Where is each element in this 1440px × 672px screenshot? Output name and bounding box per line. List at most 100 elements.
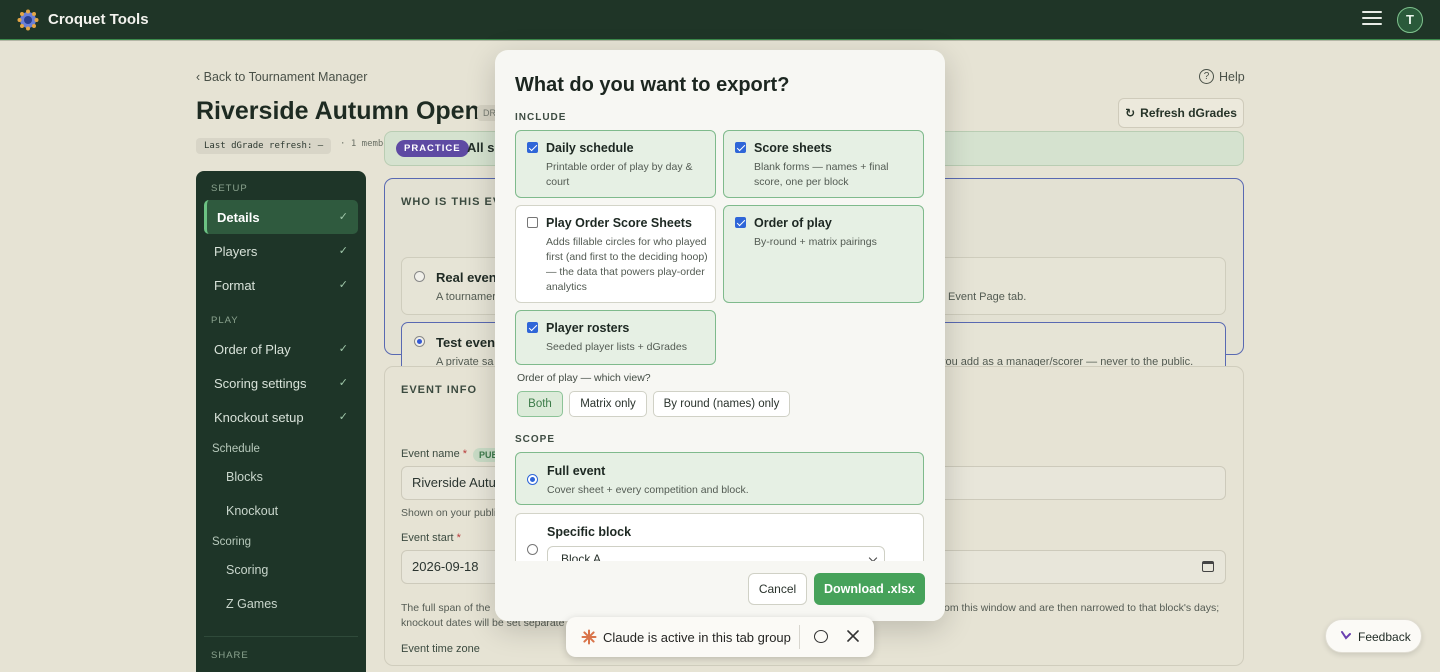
sidebar-item-label: Details	[217, 209, 260, 225]
check-icon: ✓	[338, 279, 348, 291]
specific-block-radio[interactable]	[527, 544, 538, 555]
order-of-play-checkbox[interactable]	[735, 217, 746, 228]
sidebar-section-setup: SETUP	[211, 183, 248, 194]
view-matrix-button[interactable]: Matrix only	[569, 391, 647, 417]
export-dialog: What do you want to export? INCLUDE Dail…	[495, 50, 945, 621]
claude-active-banner: Claude is active in this tab group	[566, 617, 874, 657]
option-desc: Printable order of play by day & court	[546, 161, 693, 188]
sidebar-item-scoring[interactable]: Scoring	[226, 563, 268, 577]
option-order-of-play[interactable]: Order of play By-round + matrix pairings	[723, 205, 924, 303]
practice-badge: PRACTICE	[396, 140, 469, 157]
refresh-icon: ↻	[1125, 106, 1136, 120]
full-event-radio[interactable]	[527, 474, 538, 485]
option-title: Play Order Score Sheets	[546, 216, 692, 230]
sidebar-section-share: SHARE	[211, 650, 249, 661]
back-to-manager-link[interactable]: ‹ Back to Tournament Manager	[196, 70, 367, 84]
sidebar-item-scoring-settings[interactable]: Scoring settings ✓	[204, 366, 358, 400]
sidebar-item-details[interactable]: Details ✓	[204, 200, 358, 234]
hamburger-menu-icon[interactable]	[1362, 11, 1382, 29]
event-name-label: Event name *	[401, 448, 468, 460]
question-icon: ?	[1199, 69, 1214, 84]
sidebar-item-z-games[interactable]: Z Games	[226, 597, 277, 611]
scope-section-label: SCOPE	[515, 434, 556, 445]
feedback-label: Feedback	[1358, 630, 1411, 644]
scope-full-desc: Cover sheet + every competition and bloc…	[547, 484, 749, 496]
user-avatar[interactable]: T	[1397, 7, 1423, 33]
cancel-button[interactable]: Cancel	[748, 573, 807, 605]
sidebar-item-players[interactable]: Players ✓	[204, 234, 358, 268]
claude-banner-text: Claude is active in this tab group	[603, 630, 791, 645]
daily-schedule-checkbox[interactable]	[527, 142, 538, 153]
feedback-button[interactable]: Feedback	[1325, 619, 1422, 653]
sidebar-item-order-of-play[interactable]: Order of Play ✓	[204, 332, 358, 366]
top-nav-bar: Croquet Tools T	[0, 0, 1440, 40]
option-desc: By-round + matrix pairings	[754, 236, 877, 248]
help-link[interactable]: ? Help	[1199, 69, 1245, 84]
score-sheets-checkbox[interactable]	[735, 142, 746, 153]
sidebar-item-label: Players	[214, 243, 258, 259]
event-info-heading: EVENT INFO	[401, 384, 478, 396]
sidebar-item-label: Order of Play	[214, 341, 291, 357]
scope-block-title: Specific block	[547, 525, 632, 539]
real-event-desc: A tournamer	[436, 291, 496, 303]
sidebar-item-label: Scoring settings	[214, 375, 307, 391]
option-title: Player rosters	[546, 321, 630, 335]
event-span-help: The full span of the	[401, 602, 491, 614]
banner-divider	[799, 625, 800, 649]
event-start-label: Event start *	[401, 532, 461, 544]
chat-icon[interactable]	[814, 630, 828, 643]
sidebar-item-knockout-setup[interactable]: Knockout setup ✓	[204, 400, 358, 434]
option-title: Daily schedule	[546, 141, 634, 155]
event-span-help-right: om this window and are then narrowed to …	[944, 602, 1220, 614]
sidebar-item-label: Format	[214, 277, 256, 293]
test-event-radio[interactable]	[414, 336, 425, 347]
scope-full-event[interactable]: Full event Cover sheet + every competiti…	[515, 452, 924, 505]
sidebar-divider	[204, 636, 358, 637]
check-icon: ✓	[338, 377, 348, 389]
sidebar-group-scoring: Scoring	[212, 536, 251, 548]
view-selector-label: Order of play — which view?	[517, 372, 651, 384]
view-by-round-button[interactable]: By round (names) only	[653, 391, 790, 417]
close-icon[interactable]	[846, 629, 860, 643]
page-title: Riverside Autumn Open	[196, 97, 480, 125]
option-score-sheets[interactable]: Score sheets Blank forms — names + final…	[723, 130, 924, 198]
test-event-title: Test event	[436, 335, 500, 350]
event-name-help: Shown on your publi	[401, 507, 497, 519]
check-icon: ✓	[338, 411, 348, 423]
sidebar-group-schedule: Schedule	[212, 443, 260, 455]
event-type-heading: WHO IS THIS EV	[401, 196, 502, 208]
option-play-order-score-sheets[interactable]: Play Order Score Sheets Adds fillable ci…	[515, 205, 716, 303]
refresh-label: Refresh dGrades	[1140, 106, 1237, 120]
option-player-rosters[interactable]: Player rosters Seeded player lists + dGr…	[515, 310, 716, 365]
download-xlsx-button[interactable]: Download .xlsx	[814, 573, 925, 605]
dialog-footer: Cancel Download .xlsx	[495, 561, 945, 621]
play-order-checkbox[interactable]	[527, 217, 538, 228]
setup-sidebar: SETUP Details ✓ Players ✓ Format ✓ PLAY …	[196, 171, 366, 672]
scope-full-title: Full event	[547, 464, 606, 478]
option-desc: Adds fillable circles for who played fir…	[546, 236, 708, 293]
real-event-title: Real event	[436, 270, 502, 285]
real-event-radio[interactable]	[414, 271, 425, 282]
timezone-label: Event time zone	[401, 643, 480, 655]
app-brand[interactable]: Croquet Tools	[48, 11, 149, 28]
feedback-icon	[1341, 631, 1351, 640]
view-both-button[interactable]: Both	[517, 391, 563, 417]
sidebar-item-blocks[interactable]: Blocks	[226, 470, 263, 484]
player-rosters-checkbox[interactable]	[527, 322, 538, 333]
sidebar-section-play: PLAY	[211, 315, 239, 326]
last-refresh-pill: Last dGrade refresh: —	[196, 138, 332, 154]
sidebar-item-knockout[interactable]: Knockout	[226, 504, 278, 518]
check-icon: ✓	[338, 343, 348, 355]
check-icon: ✓	[338, 245, 348, 257]
croquet-logo-icon	[17, 9, 39, 31]
option-title: Order of play	[754, 216, 832, 230]
check-icon: ✓	[338, 211, 348, 223]
option-title: Score sheets	[754, 141, 832, 155]
real-event-desc-right: Event Page tab.	[948, 291, 1027, 303]
option-daily-schedule[interactable]: Daily schedule Printable order of play b…	[515, 130, 716, 198]
claude-logo-icon	[581, 629, 597, 645]
refresh-dgrades-button[interactable]: ↻ Refresh dGrades	[1118, 98, 1244, 128]
calendar-icon[interactable]	[1202, 561, 1214, 572]
include-section-label: INCLUDE	[515, 112, 567, 123]
sidebar-item-format[interactable]: Format ✓	[204, 268, 358, 302]
